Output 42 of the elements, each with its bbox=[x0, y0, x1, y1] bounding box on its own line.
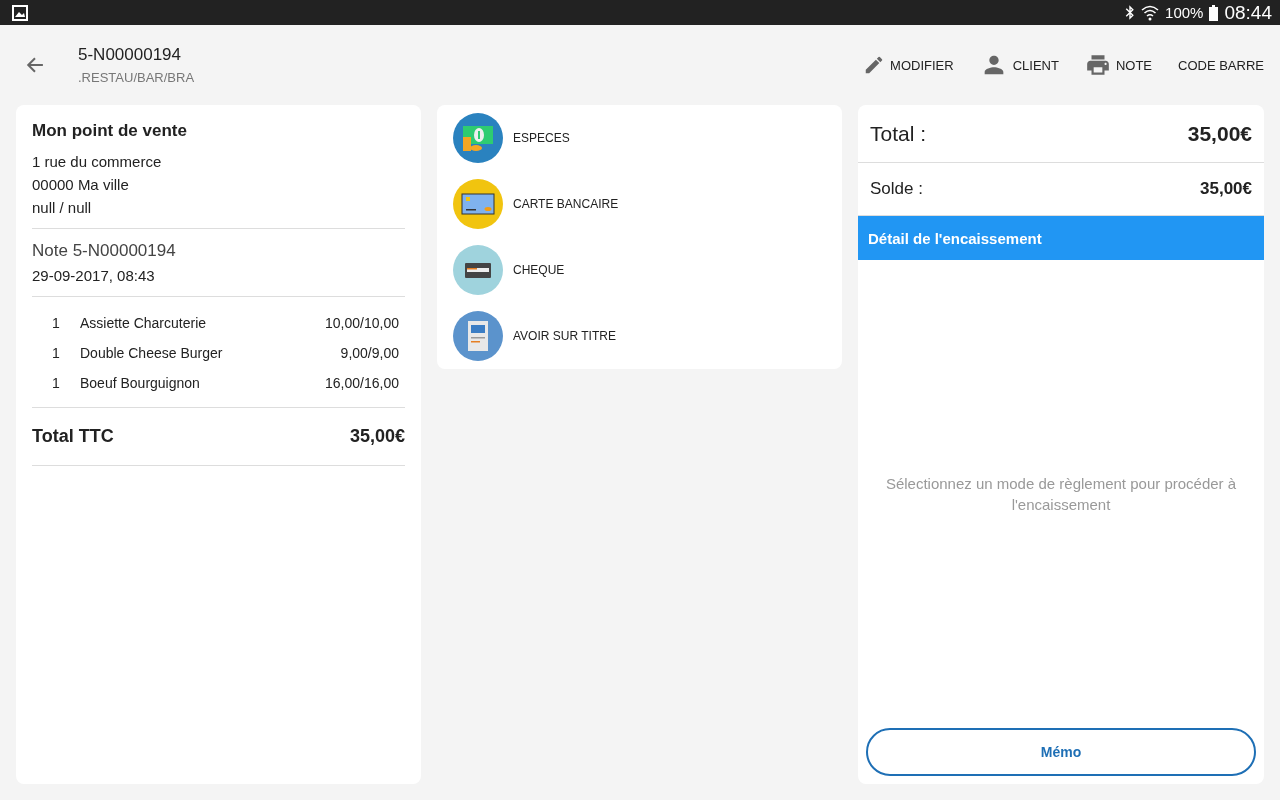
shop-name: Mon point de vente bbox=[32, 121, 188, 141]
order-subtitle: .RESTAU/BAR/BRA bbox=[78, 70, 195, 85]
address-line: 1 rue du commerce bbox=[32, 153, 163, 170]
client-button[interactable]: CLIENT bbox=[979, 51, 1059, 79]
clock: 08:44 bbox=[1224, 1, 1272, 24]
order-title: 5-N00000194 bbox=[78, 45, 183, 65]
item-quantity: 1 bbox=[52, 315, 61, 331]
bluetooth-icon bbox=[1125, 5, 1136, 20]
payment-method-item[interactable]: CHEQUE bbox=[453, 245, 826, 295]
detail-header: Détail de l'encaissement bbox=[858, 216, 1264, 260]
total-label: Total TTC bbox=[32, 426, 114, 447]
back-arrow-icon bbox=[26, 56, 44, 74]
memo-button[interactable]: Mémo bbox=[866, 728, 1256, 776]
total-amount: 35,00€ bbox=[349, 426, 405, 447]
item-name: Double Cheese Burger bbox=[80, 345, 224, 361]
empty-hint: Sélectionnez un mode de règlement pour procéder à l'encaissement bbox=[884, 474, 1238, 515]
item-quantity: 1 bbox=[52, 375, 61, 391]
edit-button[interactable]: MODIFIER bbox=[863, 54, 954, 76]
battery-percent: 100% bbox=[1165, 4, 1204, 21]
item-name: Assiette Charcuterie bbox=[80, 315, 208, 331]
total-amount: 35,00€ bbox=[1187, 121, 1252, 146]
item-quantity: 1 bbox=[52, 345, 61, 361]
battery-icon bbox=[1209, 4, 1219, 21]
payment-method-item[interactable]: AVOIR SUR TITRE bbox=[453, 311, 826, 361]
barcode-button[interactable]: CODE BARRE bbox=[1178, 57, 1264, 73]
address-line: 00000 Ma ville bbox=[32, 176, 130, 193]
balance-amount: 35,00€ bbox=[1200, 179, 1252, 199]
item-name: Boeuf Bourguignon bbox=[80, 375, 201, 391]
item-price: 16,00/16,00 bbox=[325, 375, 399, 391]
address-line: null / null bbox=[32, 199, 93, 216]
item-price: 9,00/9,00 bbox=[340, 345, 399, 361]
printer-icon bbox=[1084, 52, 1111, 78]
print-button[interactable]: NOTE bbox=[1084, 52, 1153, 78]
gallery-icon bbox=[12, 4, 28, 21]
total-label: Total : bbox=[870, 121, 927, 146]
payment-method-item[interactable]: CARTE BANCAIRE bbox=[453, 179, 826, 229]
wifi-icon bbox=[1141, 4, 1160, 21]
note-date: 29-09-2017, 08:43 bbox=[32, 267, 156, 284]
note-number: Note 5-N00000194 bbox=[32, 241, 177, 261]
payment-method-item[interactable]: ESPECES bbox=[453, 113, 826, 163]
item-price: 10,00/10,00 bbox=[325, 315, 399, 331]
balance-label: Solde : bbox=[870, 179, 923, 199]
